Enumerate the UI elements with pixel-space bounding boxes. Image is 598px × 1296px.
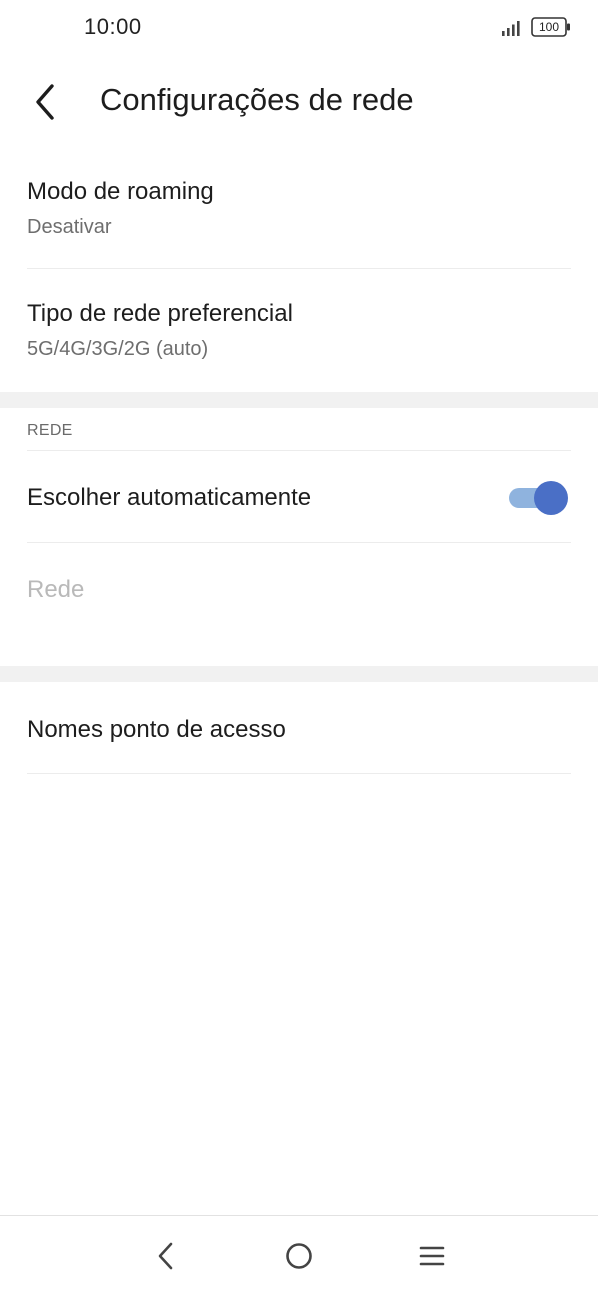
roaming-mode-value: Desativar [27, 216, 112, 238]
network-row: Rede [0, 544, 598, 664]
nav-menu-icon[interactable] [412, 1236, 452, 1276]
roaming-mode-row[interactable]: Modo de roaming Desativar [0, 160, 598, 268]
section-separator [0, 666, 598, 682]
toggle-thumb [534, 481, 568, 515]
auto-select-title: Escolher automaticamente [27, 484, 312, 511]
apn-row[interactable]: Nomes ponto de acesso [0, 682, 598, 772]
status-time: 10:00 [84, 14, 142, 39]
nav-back-icon[interactable] [146, 1236, 186, 1276]
preferred-network-value: 5G/4G/3G/2G (auto) [27, 338, 209, 360]
divider [27, 268, 571, 269]
network-title: Rede [27, 576, 85, 603]
battery-level: 100 [538, 20, 560, 34]
signal-icon [502, 21, 520, 36]
divider [27, 773, 571, 774]
preferred-network-row[interactable]: Tipo de rede preferencial 5G/4G/3G/2G (a… [0, 270, 598, 390]
apn-title: Nomes ponto de acesso [27, 716, 286, 743]
battery-icon: 100 [531, 17, 571, 37]
roaming-mode-title: Modo de roaming [27, 178, 214, 205]
section-separator [0, 392, 598, 408]
divider [27, 542, 571, 543]
preferred-network-title: Tipo de rede preferencial [27, 300, 293, 327]
section-header-network: REDE [27, 422, 73, 439]
nav-home-icon[interactable] [279, 1236, 319, 1276]
back-arrow-icon[interactable] [28, 80, 68, 124]
page-title: Configurações de rede [100, 82, 414, 117]
divider [27, 450, 571, 451]
auto-select-toggle[interactable] [507, 480, 569, 516]
navigation-bar [0, 1215, 598, 1296]
status-bar: 10:00 100 [0, 0, 598, 56]
app-bar: Configurações de rede [0, 70, 598, 134]
